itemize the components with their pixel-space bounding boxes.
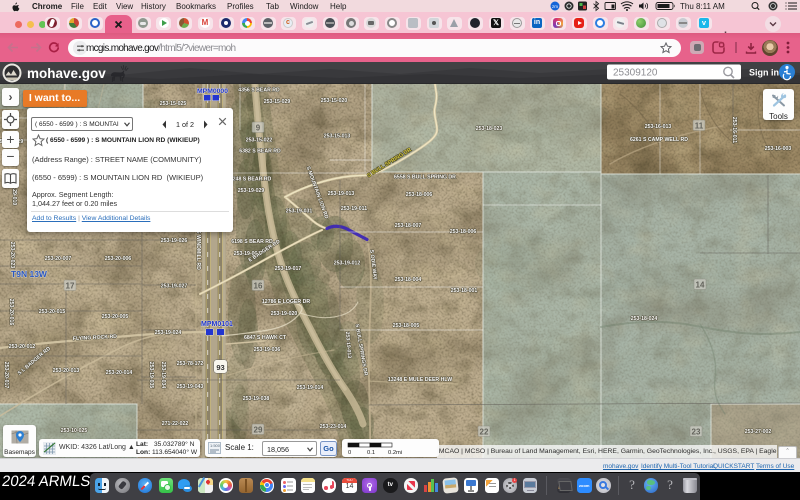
svg-text:253-20-013: 253-20-013: [53, 368, 80, 374]
svg-text:12786 E LOGER DR: 12786 E LOGER DR: [262, 299, 310, 305]
svg-text:0: 0: [348, 450, 351, 455]
svg-text:Sign in: Sign in: [749, 68, 779, 78]
svg-text:253-19-011: 253-19-011: [341, 206, 367, 212]
svg-text:253-20-006: 253-20-006: [105, 256, 132, 262]
svg-text:253-27-002: 253-27-002: [745, 429, 772, 435]
svg-text:253-23-014: 253-23-014: [320, 424, 347, 430]
svg-text:253-15-029: 253-15-029: [264, 99, 291, 105]
svg-text:253-20-017: 253-20-017: [3, 362, 9, 389]
svg-text:9: 9: [256, 124, 261, 133]
svg-text:22: 22: [480, 428, 489, 437]
svg-text:6382 S BEAR RD: 6382 S BEAR RD: [239, 149, 281, 155]
svg-text:93: 93: [216, 363, 224, 372]
svg-text:mohave.gov: mohave.gov: [27, 66, 106, 81]
svg-text:6198 S BEAR RD: 6198 S BEAR RD: [231, 239, 273, 245]
svg-text:253-18-001: 253-18-001: [451, 288, 478, 294]
svg-text:13248 E MULE DEER HLW: 13248 E MULE DEER HLW: [388, 377, 452, 383]
svg-text:17: 17: [66, 282, 75, 291]
svg-text:6558 S BULL SPRING DR: 6558 S BULL SPRING DR: [394, 175, 456, 181]
svg-text:1:500: 1:500: [210, 443, 221, 448]
svg-text:253-20-016: 253-20-016: [8, 299, 14, 326]
svg-text:253-19-034: 253-19-034: [160, 362, 166, 389]
svg-text:23: 23: [692, 428, 701, 437]
svg-text:1 of 2: 1 of 2: [176, 120, 194, 129]
svg-text:253-18-004: 253-18-004: [395, 277, 422, 283]
svg-text:253-16-013: 253-16-013: [645, 124, 672, 130]
svg-text:253-19-038: 253-19-038: [243, 396, 270, 402]
svg-text:0.1: 0.1: [367, 450, 375, 455]
svg-text:6847 S HAWK CT: 6847 S HAWK CT: [244, 335, 287, 341]
svg-text:253-10-025: 253-10-025: [61, 428, 88, 434]
svg-text:25309120: 25309120: [613, 68, 658, 79]
svg-text:253-20-005: 253-20-005: [102, 314, 129, 320]
svg-text:253-20-012: 253-20-012: [9, 344, 36, 350]
svg-text:zm: zm: [552, 4, 558, 9]
svg-text:253-15-013: 253-15-013: [324, 134, 351, 140]
svg-text:T9N 13W: T9N 13W: [11, 269, 48, 279]
svg-text:253-16-011: 253-16-011: [731, 117, 737, 143]
svg-text:6261 S CAMP WELL RD: 6261 S CAMP WELL RD: [630, 137, 688, 143]
svg-text:253-20-014: 253-20-014: [106, 370, 133, 376]
svg-text:253-19-035: 253-19-035: [148, 362, 154, 389]
svg-text:253-18-023: 253-18-023: [476, 126, 503, 132]
svg-text:271-22-022: 271-22-022: [162, 421, 189, 427]
svg-text:14: 14: [696, 281, 705, 290]
svg-text:253-78-172: 253-78-172: [177, 361, 204, 367]
svg-text:253-19-043: 253-19-043: [177, 384, 204, 390]
svg-text:253-19-026: 253-19-026: [161, 238, 188, 244]
svg-text:253-19-027: 253-19-027: [161, 284, 188, 290]
svg-text:16: 16: [254, 282, 263, 291]
svg-text:253-19-031: 253-19-031: [286, 209, 313, 215]
svg-text:253-19-013: 253-19-013: [328, 191, 355, 197]
svg-text:253-20-023: 253-20-023: [9, 242, 15, 269]
svg-text:253-20-007: 253-20-007: [45, 256, 72, 262]
svg-text:253-18-005: 253-18-005: [393, 323, 420, 329]
svg-text:0.2mi: 0.2mi: [388, 450, 402, 455]
svg-text:4356 S BEAR RD: 4356 S BEAR RD: [238, 88, 280, 94]
svg-text:253-19-024: 253-19-024: [155, 330, 182, 336]
svg-text:253-19-020: 253-19-020: [271, 311, 298, 317]
svg-text:253-19-036: 253-19-036: [254, 347, 281, 353]
svg-text:253-19-014: 253-19-014: [297, 385, 324, 391]
svg-text:MPM0000: MPM0000: [197, 88, 228, 95]
svg-text:253-16-003: 253-16-003: [765, 146, 792, 152]
svg-text:253-19-029: 253-19-029: [238, 188, 265, 194]
svg-text:11: 11: [695, 122, 704, 131]
svg-text:S WINDMILL RD: S WINDMILL RD: [195, 230, 201, 270]
svg-text:253-20-015: 253-20-015: [39, 309, 66, 315]
svg-text:MPM0101: MPM0101: [201, 321, 233, 328]
svg-text:253-15-025: 253-15-025: [160, 101, 187, 107]
svg-text:253-18-007: 253-18-007: [395, 223, 422, 229]
svg-text:253-18-024: 253-18-024: [631, 316, 658, 322]
svg-text:29: 29: [254, 426, 263, 435]
svg-text:253-15-022: 253-15-022: [246, 138, 273, 144]
svg-text:253-15-020: 253-15-020: [321, 98, 348, 104]
svg-text:253-19-012: 253-19-012: [334, 261, 361, 267]
svg-text:248 S BEAR RD: 248 S BEAR RD: [233, 177, 272, 183]
svg-text:253-18-006: 253-18-006: [406, 192, 433, 198]
svg-text:253-19-017: 253-19-017: [275, 266, 302, 272]
svg-text:253-18-006: 253-18-006: [450, 229, 477, 235]
